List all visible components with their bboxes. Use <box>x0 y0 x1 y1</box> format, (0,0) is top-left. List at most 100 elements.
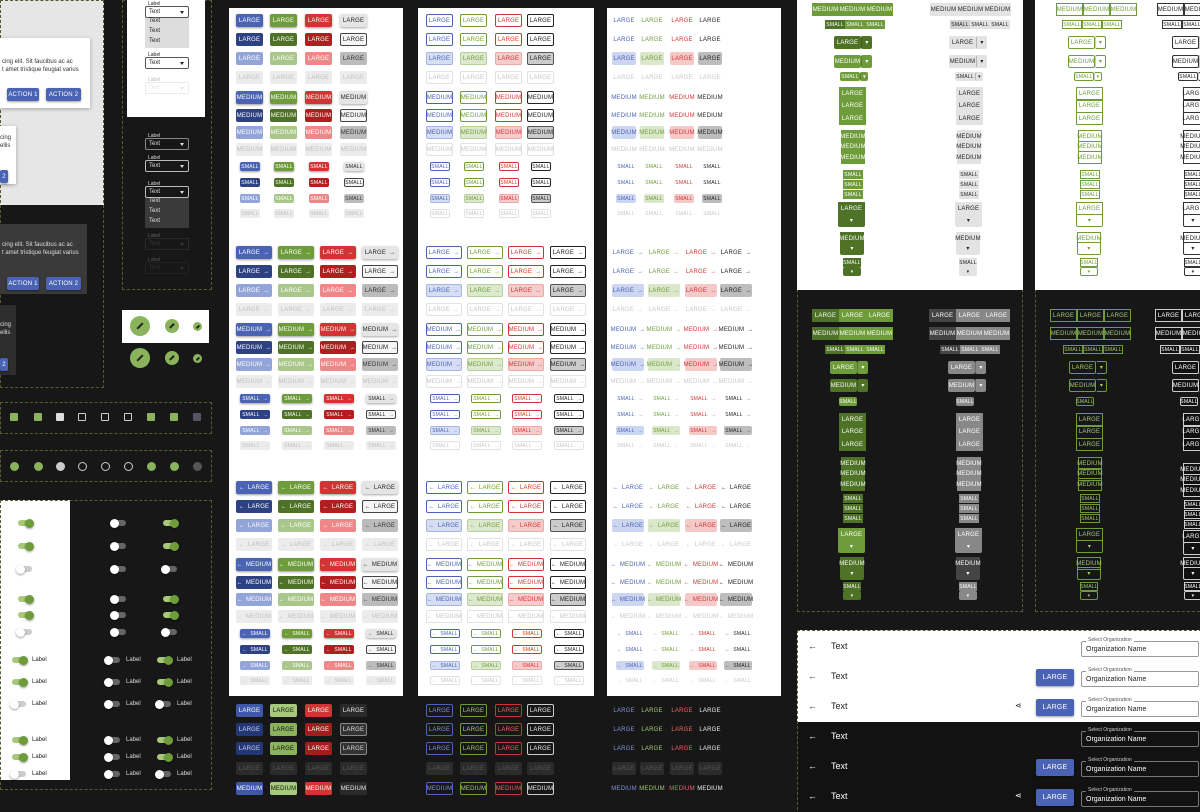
filled-back-small-button[interactable]: ← SMALL <box>366 661 396 670</box>
text-small-button[interactable]: SMALL <box>616 178 636 187</box>
filled-arrow-large-button[interactable]: LARGE → <box>236 284 272 297</box>
outlined-medium-button[interactable]: MEDIUM <box>495 109 522 122</box>
text-medium-button[interactable]: MEDIUM <box>697 143 722 156</box>
edit-fab-1[interactable] <box>165 319 179 333</box>
outlined-medium-button[interactable]: MEDIUM <box>527 91 554 104</box>
switch-n5-knob[interactable] <box>155 769 164 779</box>
dgroup-medium-grey[interactable]: MEDIUM <box>983 327 1010 340</box>
vgroup-large-outline[interactable]: LARGE <box>1076 112 1103 125</box>
outlined-arrow-medium-button[interactable]: MEDIUM → <box>426 358 462 371</box>
filled-small-button[interactable]: SMALL <box>344 194 364 203</box>
back-arrow-icon[interactable]: ← <box>808 701 817 711</box>
filled-large-button[interactable]: LARGE <box>236 71 263 84</box>
filled-back-small-button[interactable]: ← SMALL <box>324 645 354 654</box>
text-back-large-button[interactable]: ← LARGE <box>720 538 752 551</box>
outlined-small-button[interactable]: SMALL <box>464 162 484 171</box>
appbar-large-button[interactable]: LARGE <box>1036 669 1074 686</box>
outlined-back-small-button[interactable]: ← SMALL <box>471 629 501 638</box>
outlined-small-button[interactable]: SMALL <box>464 194 484 203</box>
dgroup-small-grey[interactable]: SMALL <box>960 345 980 354</box>
filled-back-large-button[interactable]: ← LARGE <box>278 519 314 532</box>
filled-medium-button[interactable]: MEDIUM <box>340 109 367 122</box>
dgroup-medium-grey[interactable]: MEDIUM <box>956 327 983 340</box>
text-back-medium-button[interactable]: ← MEDIUM <box>647 593 681 606</box>
dsplit-small-outline[interactable]: SMALL <box>1076 397 1094 406</box>
filled-arrow-small-button[interactable]: SMALL → <box>366 394 396 403</box>
filled-back-medium-button[interactable]: ← MEDIUM <box>362 558 398 571</box>
dark-text-button[interactable]: LARGE <box>612 723 636 736</box>
text-back-medium-button[interactable]: ← MEDIUM <box>611 610 646 623</box>
vsplit-medium-dark-dropdown[interactable]: ▾ <box>1183 242 1200 255</box>
outlined-back-small-button[interactable]: ← SMALL <box>512 645 542 654</box>
dark-text-button[interactable]: LARGE <box>640 742 664 755</box>
outlined-arrow-medium-button[interactable]: MEDIUM → <box>550 323 586 336</box>
outlined-arrow-large-button[interactable]: LARGE → <box>467 246 503 259</box>
dsplit-medium-grey-dropdown[interactable]: ▾ <box>975 379 986 392</box>
group-outline-dark-small[interactable]: SMALL <box>1182 20 1200 29</box>
vgroup-small-dark[interactable]: SMALL <box>1184 180 1200 189</box>
dgroup-large-grey[interactable]: LARGE <box>929 309 956 322</box>
text-back-large-button[interactable]: ← LARGE <box>648 481 680 494</box>
text-large-button[interactable]: LARGE <box>640 52 664 65</box>
dark-filled-button[interactable]: LARGE <box>270 742 297 755</box>
outlined-arrow-medium-button[interactable]: MEDIUM → <box>426 341 462 354</box>
dvsplit-small-outline[interactable]: SMALL <box>1080 582 1098 591</box>
text-large-button[interactable]: LARGE <box>640 71 664 84</box>
dark-select-open-option[interactable]: Text <box>145 218 189 228</box>
outlined-small-button[interactable]: SMALL <box>531 209 551 218</box>
text-small-button[interactable]: SMALL <box>616 162 636 171</box>
filled-back-small-button[interactable]: ← SMALL <box>240 645 270 654</box>
text-arrow-small-button[interactable]: SMALL → <box>689 394 717 403</box>
text-large-button[interactable]: LARGE <box>670 14 694 27</box>
dvsplit-small-grey[interactable]: SMALL <box>959 582 977 591</box>
dark-filled-button[interactable]: LARGE <box>305 762 332 775</box>
dark-filled-button[interactable]: LARGE <box>305 704 332 717</box>
text-large-button[interactable]: LARGE <box>640 14 664 27</box>
text-arrow-small-button[interactable]: SMALL → <box>616 441 644 450</box>
switch-b2-knob[interactable] <box>110 564 119 574</box>
outlined-back-large-button[interactable]: ← LARGE <box>467 519 503 532</box>
text-arrow-medium-button[interactable]: MEDIUM → <box>719 375 754 388</box>
switch-m2-knob[interactable] <box>104 699 113 709</box>
filled-back-small-button[interactable]: ← SMALL <box>366 629 396 638</box>
filled-arrow-large-button[interactable]: LARGE → <box>320 284 356 297</box>
filled-arrow-medium-button[interactable]: MEDIUM → <box>362 375 398 388</box>
outlined-arrow-medium-button[interactable]: MEDIUM → <box>550 375 586 388</box>
checkbox-0[interactable] <box>10 413 18 421</box>
dark-filled-button[interactable]: LARGE <box>305 723 332 736</box>
text-large-button[interactable]: LARGE <box>612 52 636 65</box>
dvgroup-medium-green[interactable]: MEDIUM <box>840 478 866 491</box>
outlined-back-small-button[interactable]: ← SMALL <box>554 661 584 670</box>
dark-filled-button[interactable]: LARGE <box>236 742 263 755</box>
dvgroup-small-dark[interactable]: SMALL <box>1184 510 1200 519</box>
dvsplit-large-grey-dropdown[interactable]: ▾ <box>955 540 982 553</box>
group-grey-small[interactable]: SMALL <box>950 20 970 29</box>
outlined-large-button[interactable]: LARGE <box>460 33 487 46</box>
select-disabled[interactable]: Text <box>145 82 189 94</box>
dark-outlined-button[interactable]: LARGE <box>460 742 487 755</box>
dvgroup-large-grey[interactable]: LARGE <box>956 438 983 451</box>
filled-arrow-large-button[interactable]: LARGE → <box>320 303 356 316</box>
outlined-arrow-small-button[interactable]: SMALL → <box>512 426 542 435</box>
vgroup-small-green[interactable]: SMALL <box>843 170 863 179</box>
outlined-arrow-large-button[interactable]: LARGE → <box>426 246 462 259</box>
split-medium-green[interactable]: MEDIUM <box>834 55 861 68</box>
outlined-small-button[interactable]: SMALL <box>430 178 450 187</box>
split-large-dark[interactable]: LARGE <box>1172 36 1199 49</box>
filled-back-large-button[interactable]: ← LARGE <box>362 519 398 532</box>
outlined-back-large-button[interactable]: ← LARGE <box>508 538 544 551</box>
switch-l2-knob[interactable] <box>10 699 19 709</box>
radio-8[interactable] <box>193 462 202 471</box>
dsplit-small-dark[interactable]: SMALL <box>1180 397 1198 406</box>
vsplit-small-dark-dropdown[interactable]: ▾ <box>1184 267 1200 276</box>
dark-outlined-button[interactable]: LARGE <box>527 742 554 755</box>
filled-small-button[interactable]: SMALL <box>309 178 329 187</box>
outlined-arrow-small-button[interactable]: SMALL → <box>430 410 460 419</box>
filled-back-medium-button[interactable]: ← MEDIUM <box>278 593 314 606</box>
outlined-large-button[interactable]: LARGE <box>495 52 522 65</box>
filled-large-button[interactable]: LARGE <box>340 71 367 84</box>
vsplit-large-outline-dropdown[interactable]: ▾ <box>1076 214 1103 227</box>
vgroup-medium-green[interactable]: MEDIUM <box>840 151 866 164</box>
filled-large-button[interactable]: LARGE <box>305 14 332 27</box>
filled-arrow-medium-button[interactable]: MEDIUM → <box>320 375 356 388</box>
